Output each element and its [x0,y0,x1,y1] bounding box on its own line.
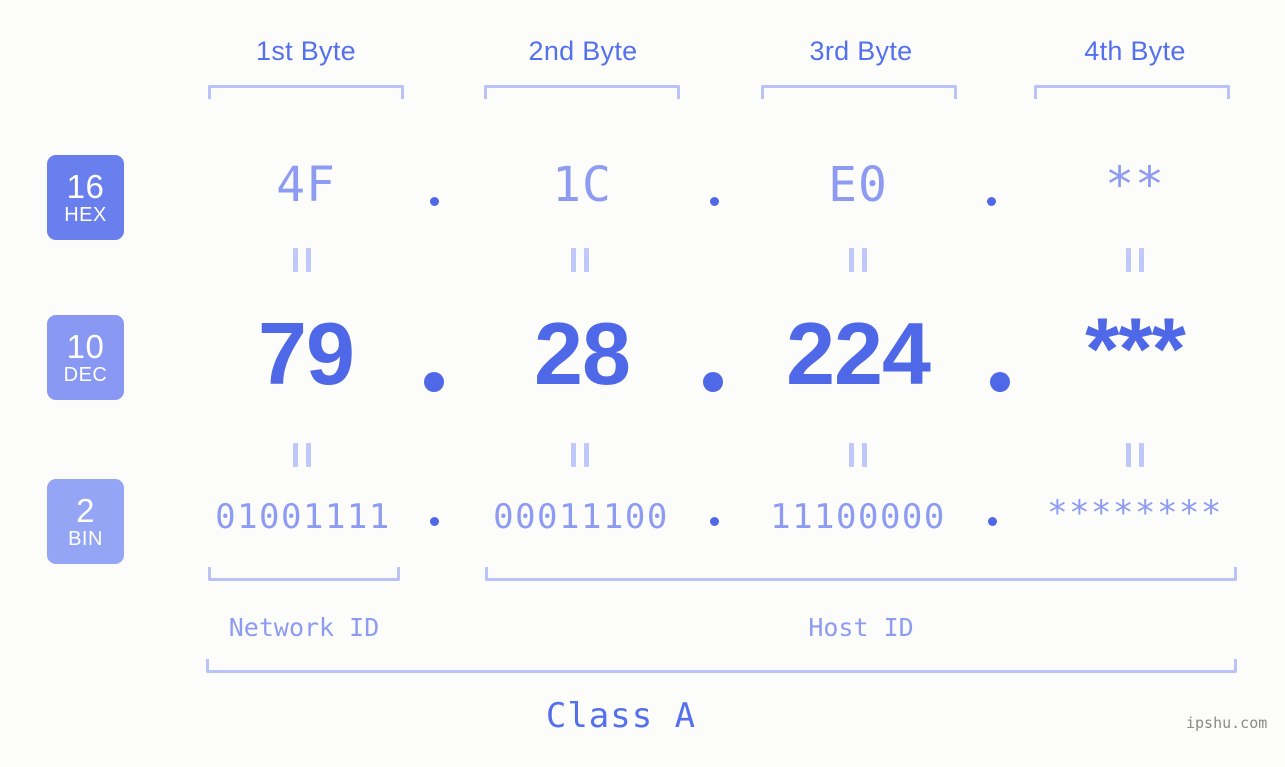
base-badge-dec-name: DEC [63,364,108,386]
dec-separator-1 [424,372,444,392]
base-badge-bin-number: 2 [76,492,95,529]
class-bracket [206,659,1237,673]
equals-icon-dec-bin-1 [293,443,311,467]
dec-byte-3: 224 [786,304,931,403]
bin-separator-2 [710,517,719,526]
base-badge-bin-name: BIN [68,528,103,550]
dec-separator-3 [990,372,1010,392]
ip-byte-diagram: 1st Byte 2nd Byte 3rd Byte 4th Byte 16 H… [0,0,1285,767]
equals-icon-hex-dec-2 [571,248,589,272]
equals-icon-hex-dec-1 [293,248,311,272]
bin-byte-2: 00011100 [493,497,669,537]
hex-separator-1 [430,197,439,206]
bin-byte-4: ******** [1047,493,1223,533]
network-id-label: Network ID [228,613,380,642]
bin-separator-3 [988,517,997,526]
hex-byte-4: ** [1105,157,1165,213]
byte-bracket-1 [208,85,404,99]
hex-byte-1: 4F [276,157,336,213]
hex-separator-2 [710,197,719,206]
bin-byte-1: 01001111 [215,497,391,537]
byte-bracket-3 [761,85,957,99]
bin-separator-1 [430,517,439,526]
byte-header-4: 4th Byte [1084,36,1186,66]
host-id-label: Host ID [808,613,914,642]
base-badge-dec-number: 10 [66,328,105,365]
base-badge-bin: 2 BIN [47,479,124,564]
bin-byte-3: 11100000 [770,497,946,537]
base-badge-hex-name: HEX [64,204,107,226]
dec-separator-2 [703,372,723,392]
equals-icon-dec-bin-2 [571,443,589,467]
byte-header-3: 3rd Byte [809,36,913,66]
dec-byte-1: 79 [258,304,355,403]
hex-byte-2: 1C [552,157,612,213]
equals-icon-dec-bin-3 [849,443,867,467]
byte-header-1: 1st Byte [256,36,356,66]
host-id-bracket [485,567,1237,581]
dec-byte-2: 28 [534,304,631,403]
equals-icon-dec-bin-4 [1126,443,1144,467]
class-label: Class A [545,696,697,736]
byte-bracket-4 [1034,85,1230,99]
hex-byte-3: E0 [828,157,888,213]
base-badge-dec: 10 DEC [47,315,124,400]
base-badge-hex: 16 HEX [47,155,124,240]
byte-header-2: 2nd Byte [528,36,638,66]
network-id-bracket [208,567,400,581]
base-badge-hex-number: 16 [66,168,105,205]
equals-icon-hex-dec-3 [849,248,867,272]
equals-icon-hex-dec-4 [1126,248,1144,272]
hex-separator-3 [987,197,996,206]
dec-byte-4: *** [1085,299,1186,398]
watermark: ipshu.com [1186,714,1268,732]
byte-bracket-2 [484,85,680,99]
